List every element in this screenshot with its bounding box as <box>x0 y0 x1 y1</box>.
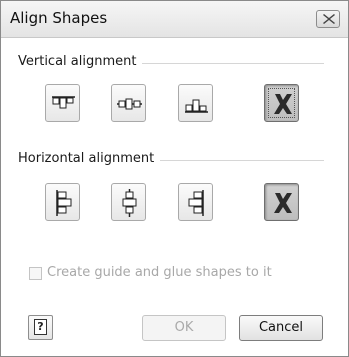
no-vertical-alignment-button[interactable] <box>264 84 299 122</box>
dialog-title: Align Shapes <box>10 9 108 27</box>
no-horizontal-alignment-button[interactable] <box>264 183 299 221</box>
align-center-button[interactable] <box>111 183 146 221</box>
align-center-icon <box>122 189 137 217</box>
create-guide-label: Create guide and glue shapes to it <box>47 265 272 280</box>
cancel-button[interactable]: Cancel <box>239 315 323 341</box>
close-button[interactable] <box>316 10 340 28</box>
align-left-icon <box>56 190 72 216</box>
align-bottom-button[interactable] <box>178 84 213 122</box>
align-left-button[interactable] <box>45 183 80 221</box>
align-right-icon <box>188 190 204 216</box>
no-alignment-x-icon <box>274 94 292 114</box>
no-alignment-x-icon <box>274 193 292 213</box>
close-x-icon <box>323 14 335 24</box>
align-middle-button[interactable] <box>111 84 146 122</box>
create-guide-checkbox[interactable] <box>29 267 42 280</box>
help-icon: ? <box>34 319 47 335</box>
title-bar: Align Shapes <box>1 1 348 38</box>
ok-button[interactable]: OK <box>142 315 226 341</box>
align-right-button[interactable] <box>178 183 213 221</box>
align-middle-icon <box>117 98 142 110</box>
align-shapes-dialog: Align Shapes Vertical alignment Horizont… <box>0 0 349 357</box>
align-top-icon <box>52 96 75 109</box>
align-bottom-icon <box>185 99 208 113</box>
help-button[interactable]: ? <box>28 315 53 340</box>
vertical-alignment-label: Vertical alignment <box>18 54 143 69</box>
align-top-button[interactable] <box>45 84 80 122</box>
horizontal-alignment-label: Horizontal alignment <box>18 151 161 166</box>
